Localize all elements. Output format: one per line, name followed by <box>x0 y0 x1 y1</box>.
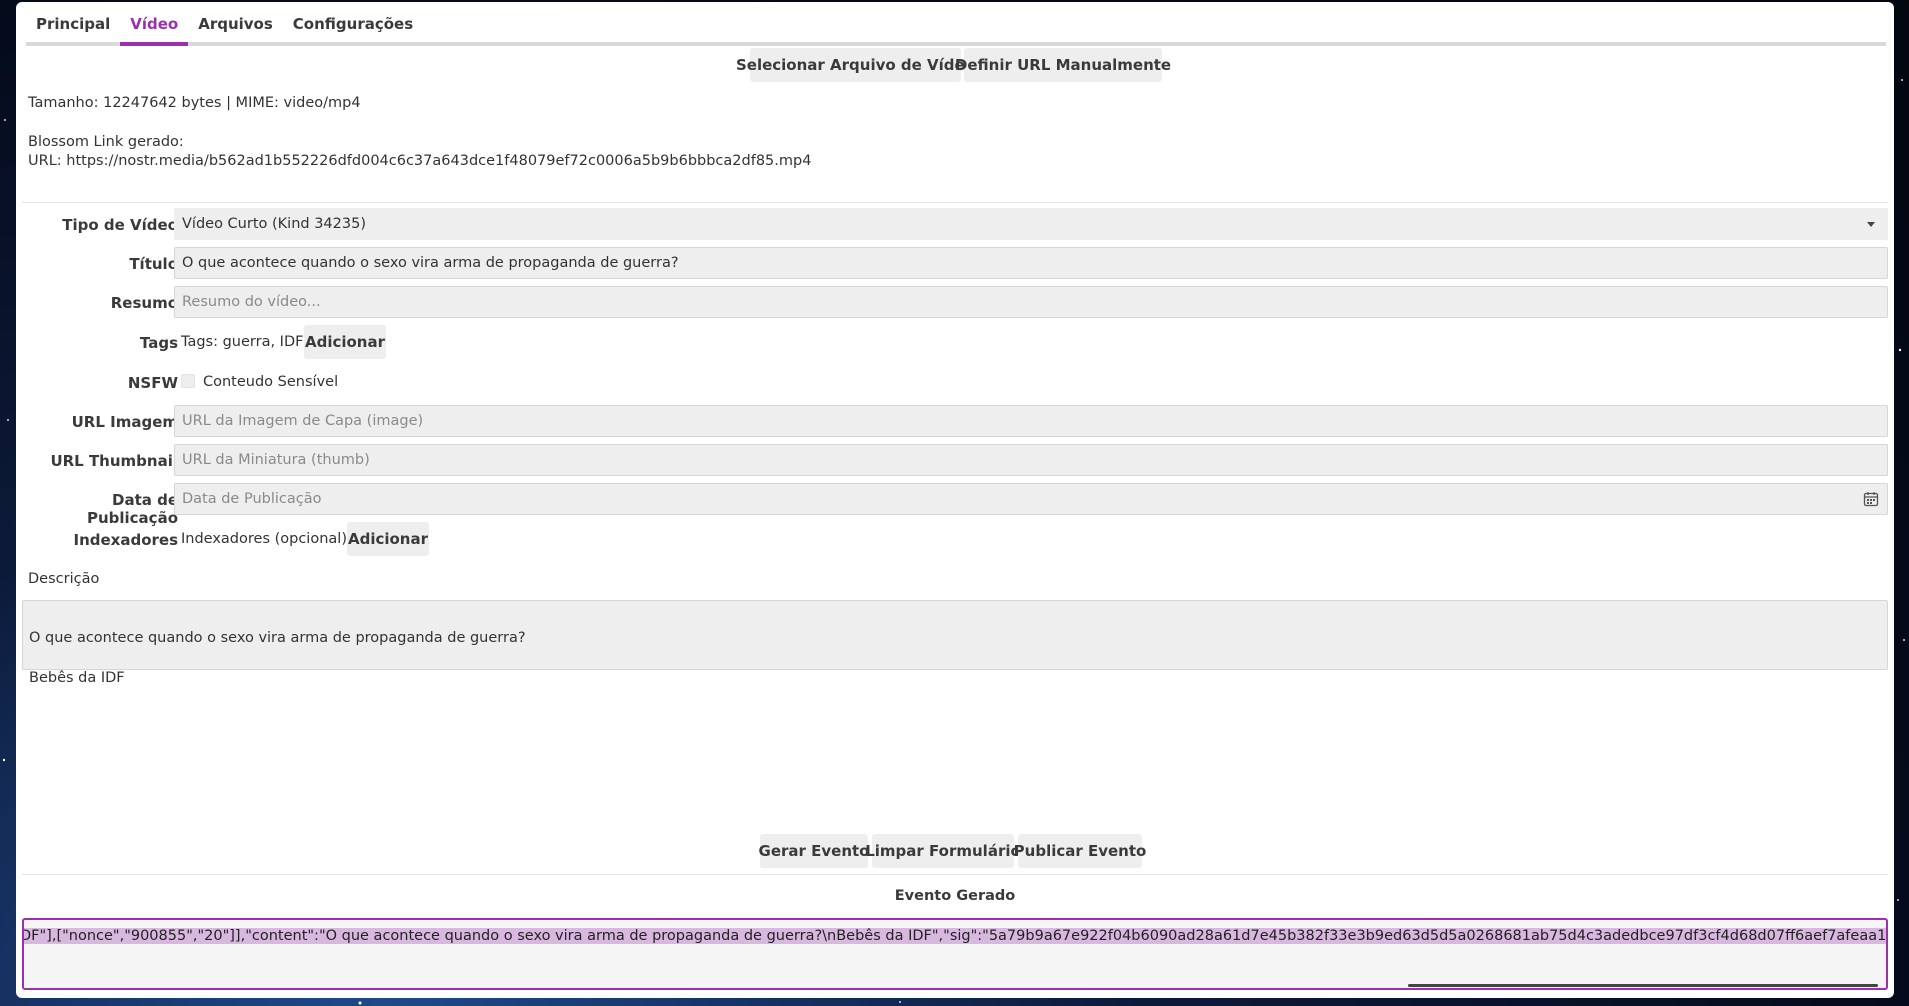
pub-date-placeholder: Data de Publicação <box>182 491 322 507</box>
generated-event-title: Evento Gerado <box>894 888 1016 904</box>
divider <box>22 874 1888 875</box>
add-tag-button[interactable]: Adicionar <box>304 325 386 359</box>
description-line: O que acontece quando o sexo vira arma d… <box>29 630 526 646</box>
description-line: Bebês da IDF <box>29 670 125 686</box>
tab-video[interactable]: Vídeo <box>120 2 189 46</box>
title-label: Título <box>129 255 178 273</box>
thumbnail-url-label: URL Thumbnail <box>50 452 178 470</box>
description-label: Descrição <box>28 571 100 587</box>
blossom-link-title: Blossom Link gerado: <box>28 134 184 150</box>
tab-bar: Principal Vídeo Arquivos Configurações <box>26 2 1886 46</box>
indexers-value: Indexadores (opcional): <box>181 531 352 547</box>
summary-label: Resumo <box>110 294 178 312</box>
tags-label: Tags <box>139 334 178 352</box>
generated-event-output[interactable]: DF"],["nonce","900855","20"]],"content":… <box>22 918 1888 990</box>
nsfw-label: NSFW <box>127 374 178 392</box>
nsfw-checkbox-label: Conteudo Sensível <box>203 374 339 390</box>
tab-arquivos[interactable]: Arquivos <box>188 2 283 42</box>
set-url-manually-button[interactable]: Definir URL Manualmente <box>955 48 1171 82</box>
divider <box>22 202 1888 203</box>
pub-date-input[interactable]: Data de Publicação <box>174 483 1888 515</box>
blossom-url: URL: https://nostr.media/b562ad1b552226d… <box>28 153 812 169</box>
description-textarea[interactable]: O que acontece quando o sexo vira arma d… <box>22 600 1888 686</box>
title-input[interactable]: O que acontece quando o sexo vira arma d… <box>174 247 1888 279</box>
file-size-mime: Tamanho: 12247642 bytes | MIME: video/mp… <box>28 95 361 111</box>
tags-value: Tags: guerra, IDF <box>181 334 304 350</box>
publish-event-button[interactable]: Publicar Evento <box>1014 834 1146 868</box>
select-video-file-button[interactable]: Selecionar Arquivo de Vídeo <box>736 48 975 82</box>
generate-event-button[interactable]: Gerar Evento <box>759 834 870 868</box>
clear-form-button[interactable]: Limpar Formulário <box>865 834 1021 868</box>
calendar-icon[interactable] <box>1863 491 1879 507</box>
thumbnail-url-input[interactable]: URL da Miniatura (thumb) <box>174 444 1888 476</box>
tab-principal[interactable]: Principal <box>26 2 120 42</box>
video-type-value: Vídeo Curto (Kind 34235) <box>182 216 366 232</box>
summary-input[interactable]: Resumo do vídeo... <box>174 286 1888 318</box>
pub-date-label: Data de Publicação <box>86 491 178 527</box>
video-type-select[interactable]: Vídeo Curto (Kind 34235) <box>174 208 1888 240</box>
app-window: Principal Vídeo Arquivos Configurações S… <box>16 2 1894 998</box>
horizontal-scrollbar[interactable] <box>1408 984 1878 987</box>
chevron-down-icon <box>1867 222 1875 227</box>
tab-configuracoes[interactable]: Configurações <box>283 2 423 42</box>
image-url-input[interactable]: URL da Imagem de Capa (image) <box>174 405 1888 437</box>
indexers-label: Indexadores <box>73 531 178 549</box>
image-url-label: URL Imagem <box>71 413 178 431</box>
add-indexer-button[interactable]: Adicionar <box>347 522 429 556</box>
nsfw-checkbox[interactable] <box>181 374 195 388</box>
generated-event-content: DF"],["nonce","900855","20"]],"content":… <box>24 928 1886 944</box>
video-type-label: Tipo de Vídeo <box>62 216 178 234</box>
